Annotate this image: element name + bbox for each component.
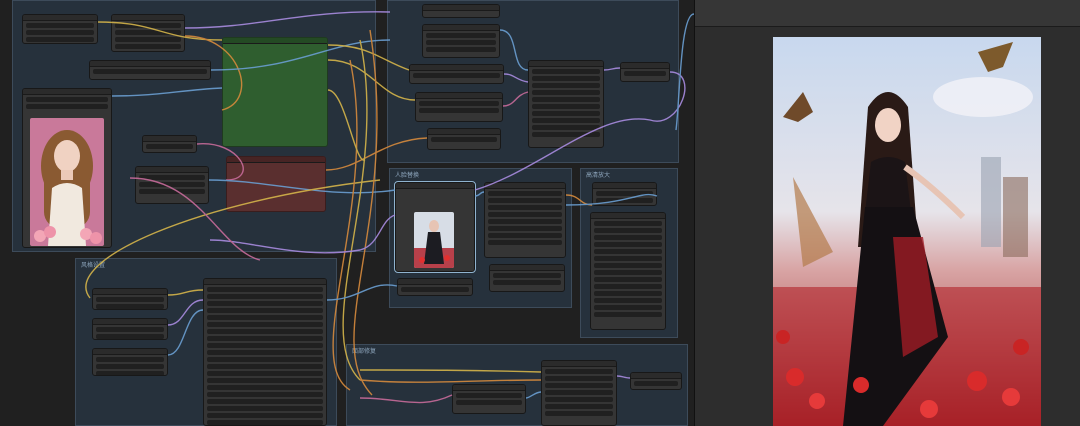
- node-style-a[interactable]: [92, 288, 168, 310]
- node-loader-b[interactable]: [111, 14, 185, 52]
- node-positive-prompt[interactable]: [222, 37, 328, 147]
- node-upscale-b[interactable]: [590, 212, 666, 330]
- node-swap-a[interactable]: [484, 182, 566, 258]
- node-clip-d[interactable]: [415, 92, 503, 122]
- load-image-preview: [30, 118, 104, 246]
- node-upscale-a[interactable]: [592, 182, 657, 206]
- node-swap-b[interactable]: [489, 264, 565, 292]
- node-style-b[interactable]: [92, 318, 168, 340]
- node-loader-c[interactable]: [89, 60, 211, 80]
- group-title: 高清放大: [586, 172, 611, 179]
- output-panel-header: [695, 0, 1080, 27]
- node-swap-c[interactable]: [397, 278, 473, 296]
- node-clip-b[interactable]: [422, 24, 500, 58]
- node-negative-prompt[interactable]: [226, 156, 326, 212]
- image-output-panel[interactable]: [694, 0, 1080, 426]
- node-small-a[interactable]: [142, 135, 197, 153]
- group-title: 面部修复: [352, 348, 377, 355]
- node-loader-a[interactable]: [22, 14, 98, 44]
- node-small-b[interactable]: [135, 166, 209, 204]
- node-detail-b[interactable]: [630, 372, 682, 390]
- node-detail-a[interactable]: [452, 384, 526, 414]
- output-image[interactable]: [773, 37, 1041, 426]
- node-clip-e[interactable]: [427, 128, 501, 150]
- node-clip-c[interactable]: [409, 64, 504, 84]
- node-style-c[interactable]: [92, 348, 168, 376]
- group-title: 人脸替换: [395, 172, 420, 179]
- group-title: 风格设置: [81, 262, 106, 269]
- node-detail-main[interactable]: [541, 360, 617, 426]
- swap-preview-image: [414, 212, 454, 268]
- node-clip-a[interactable]: [422, 4, 500, 18]
- node-ksampler[interactable]: [528, 60, 604, 148]
- node-style-main[interactable]: [203, 278, 327, 426]
- node-vae-decode[interactable]: [620, 62, 670, 82]
